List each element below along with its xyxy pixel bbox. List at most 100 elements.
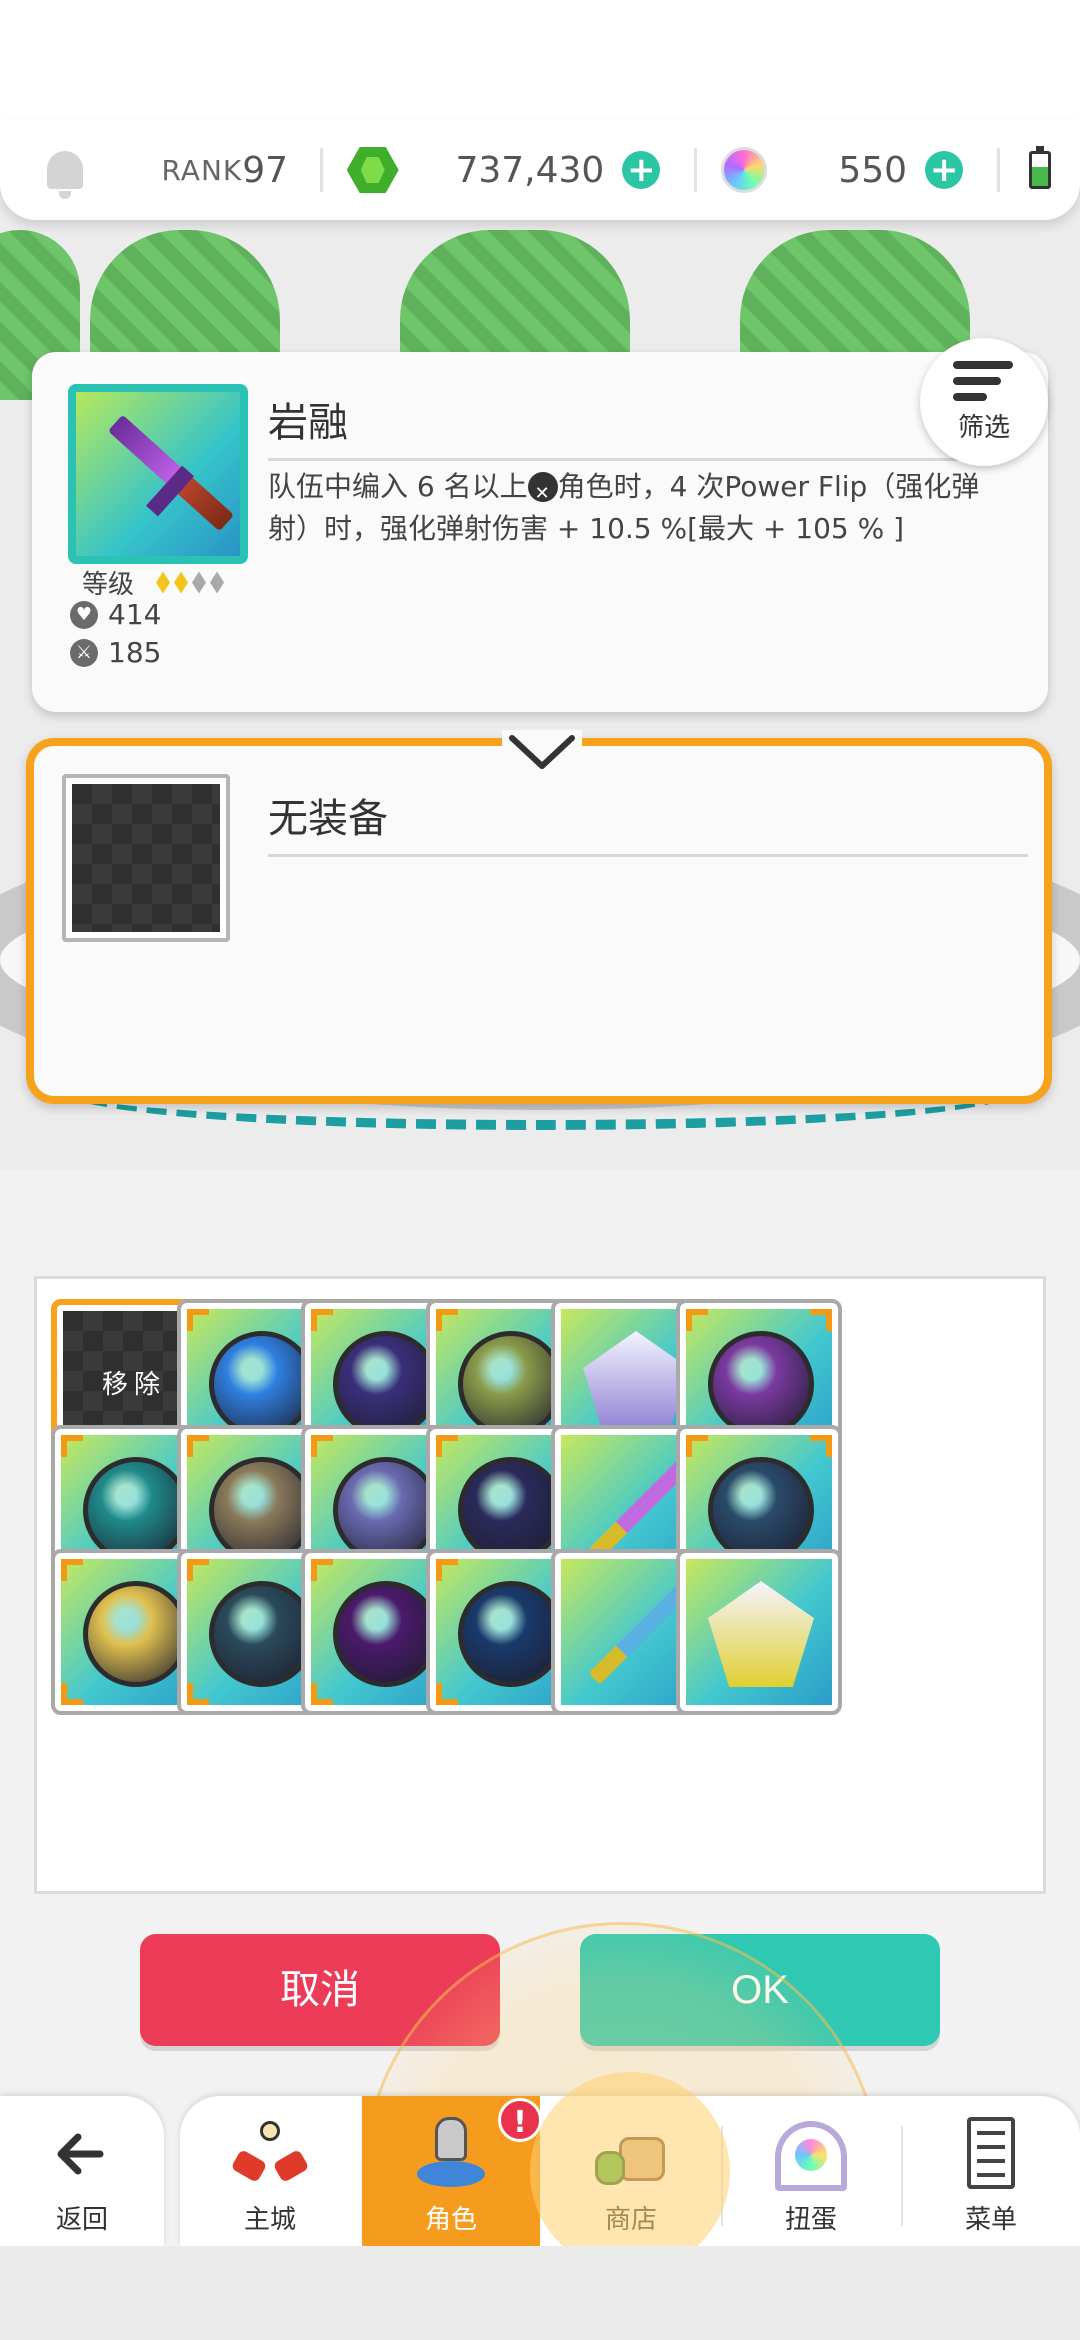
orb-amount: 550 <box>838 149 908 191</box>
filter-label: 筛选 <box>957 412 1010 443</box>
system-status-bar <box>0 0 1080 120</box>
scene-fade <box>0 1170 1080 1240</box>
tile-corner <box>61 1683 83 1705</box>
partial-crest-icon <box>708 1581 814 1687</box>
equipped-item-card: 等级 ♥ 414 ⚔ 185 岩融 队伍中编入 6 名以上角色时，4 次Powe… <box>32 352 1048 712</box>
back-item: 返回 <box>0 2096 164 2246</box>
description-part1: 队伍中编入 6 名以上 <box>268 470 528 503</box>
menu-list-icon <box>951 2115 1031 2193</box>
attack-value: 185 <box>108 636 162 669</box>
back-label: 返回 <box>55 2205 108 2235</box>
equipment-tile <box>686 1559 832 1705</box>
grade-diamond-icon <box>156 571 171 594</box>
rank-label: RANK <box>161 153 243 187</box>
rainbow-orb-icon <box>721 147 768 193</box>
nav-item-gacha[interactable]: 扭蛋 <box>722 2096 900 2246</box>
town-icon <box>230 2115 310 2193</box>
tile-corner <box>436 1559 458 1581</box>
ok-button[interactable]: OK <box>580 1934 940 2046</box>
gem-counter: 737,430 + <box>323 120 695 220</box>
frog-orb-icon <box>458 1331 564 1437</box>
battery-icon <box>1029 146 1052 189</box>
silver-crest-icon <box>583 1331 689 1437</box>
tile-corner <box>810 1309 832 1331</box>
empty-slot-image <box>62 774 230 942</box>
bell-icon <box>46 151 83 199</box>
tile-corner <box>187 1683 209 1705</box>
hp-value: 414 <box>108 598 162 631</box>
back-arrow-icon <box>42 2115 122 2193</box>
tile-corner <box>187 1309 209 1331</box>
remove-label: 移除 <box>101 1369 166 1400</box>
tile-corner <box>686 1309 708 1331</box>
partial-orb-icon <box>708 1457 814 1563</box>
grade-label: 等级 <box>82 570 135 600</box>
tile-corner <box>311 1435 333 1457</box>
night-orb-icon <box>458 1581 564 1687</box>
tile-corner <box>187 1435 209 1457</box>
partial-orb-icon <box>708 1331 814 1437</box>
tile-corner <box>61 1435 83 1457</box>
add-gems-button[interactable]: + <box>622 151 661 189</box>
ship-orb-icon <box>209 1331 315 1437</box>
heart-icon: ♥ <box>70 600 98 629</box>
nav-label-menu: 菜单 <box>964 2205 1017 2235</box>
shadow-orb-icon <box>333 1581 439 1687</box>
attack-stat: ⚔ 185 <box>70 636 161 669</box>
character-icon <box>411 2115 491 2193</box>
nav-item-menu[interactable]: 菜单 <box>902 2096 1080 2246</box>
notification-badge: ! <box>498 2098 542 2142</box>
system-navigation-bar <box>0 2246 1080 2340</box>
tile-corner <box>436 1309 458 1331</box>
halberd-icon <box>107 414 235 532</box>
gem-amount: 737,430 <box>455 149 605 191</box>
tile-corner <box>311 1683 333 1705</box>
grade-diamond-icon <box>174 571 189 594</box>
grade-row: 等级 <box>82 564 228 601</box>
sword-icon: ⚔ <box>70 638 98 667</box>
equipped-item-image <box>68 384 248 564</box>
player-rank: RANK 97 <box>130 120 320 220</box>
nav-item-shop[interactable]: 商店 <box>542 2096 720 2246</box>
turtle-orb-icon <box>83 1457 189 1563</box>
equipped-item-name: 岩融 <box>268 390 988 461</box>
grade-diamond-icon <box>192 571 207 594</box>
nav-item-home[interactable]: 主城 <box>180 2096 360 2246</box>
nav-label-character: 角色 <box>424 2205 477 2235</box>
tile-corner <box>810 1435 832 1457</box>
role-type-icon <box>527 472 558 515</box>
cancel-button[interactable]: 取消 <box>140 1934 500 2046</box>
grade-diamond-icon <box>210 571 225 594</box>
gacha-portal-icon <box>771 2115 851 2193</box>
hp-stat: ♥ 414 <box>70 598 161 631</box>
stamina-indicator[interactable] <box>1000 120 1080 220</box>
sand-orb-icon <box>83 1581 189 1687</box>
rank-value: 97 <box>242 149 289 191</box>
star-orb-icon <box>458 1457 564 1563</box>
mountain-orb-icon <box>209 1457 315 1563</box>
grade-diamonds <box>156 571 228 594</box>
tile-corner <box>436 1683 458 1705</box>
back-button[interactable]: 返回 <box>0 2096 164 2246</box>
tile-corner <box>686 1435 708 1457</box>
filter-button[interactable]: 筛选 <box>920 338 1048 466</box>
nav-label-home: 主城 <box>243 2205 296 2235</box>
equipment-slot[interactable] <box>676 1549 842 1715</box>
nav-label-gacha: 扭蛋 <box>784 2205 837 2235</box>
orb-counter: 550 + <box>697 120 997 220</box>
tile-corner <box>436 1435 458 1457</box>
add-orbs-button[interactable]: + <box>925 151 964 189</box>
sort-filter-icon <box>953 360 1015 403</box>
green-gem-icon <box>346 147 399 193</box>
inventory-grid: 移除 <box>34 1276 1046 1894</box>
tile-corner <box>311 1559 333 1581</box>
equipped-item-description: 队伍中编入 6 名以上角色时，4 次Power Flip（强化弹射）时，强化弹射… <box>268 466 1008 550</box>
main-nav-bar: 主城 角色 商店 扭蛋 菜单 <box>180 2096 1080 2246</box>
notification-button[interactable] <box>0 120 130 220</box>
chevron-down-icon <box>502 730 582 776</box>
tile-corner <box>187 1559 209 1581</box>
selected-slot-card: 无装备 <box>26 738 1052 1104</box>
dark-orb-icon <box>333 1331 439 1437</box>
ice-orb-icon <box>209 1581 315 1687</box>
slot-item-name: 无装备 <box>268 786 1028 857</box>
